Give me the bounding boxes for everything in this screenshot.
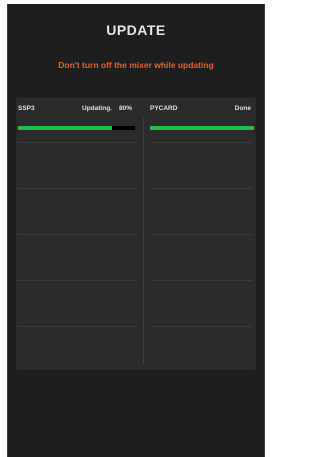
device-status: Done xyxy=(234,105,251,112)
update-warning: Don't turn off the mixer while updating xyxy=(58,60,214,70)
device-rows xyxy=(18,142,137,372)
device-name: SSP3 xyxy=(18,105,35,112)
progress-fill xyxy=(150,126,254,130)
device-name: PYCARD xyxy=(150,105,178,112)
row-divider xyxy=(150,142,252,143)
device-column-pycard: PYCARD Done xyxy=(144,98,256,370)
row-divider xyxy=(18,188,137,189)
row-divider xyxy=(18,142,137,143)
device-status: Updating. xyxy=(82,105,112,112)
device-column-ssp3: SSP3 Updating. 80% xyxy=(16,98,143,370)
row-divider xyxy=(18,280,137,281)
row-divider xyxy=(150,188,252,189)
progress-bar xyxy=(150,126,254,130)
row-divider xyxy=(18,234,137,235)
page-title: UPDATE xyxy=(106,22,166,38)
update-screen: UPDATE Don't turn off the mixer while up… xyxy=(7,4,265,457)
update-panel: SSP3 Updating. 80% PYCARD Done xyxy=(16,98,256,370)
row-divider xyxy=(150,280,252,281)
row-divider xyxy=(150,326,252,327)
row-divider xyxy=(18,326,137,327)
progress-bar xyxy=(18,126,135,130)
row-divider xyxy=(150,234,252,235)
device-percent: 80% xyxy=(119,105,133,112)
progress-fill xyxy=(18,126,112,130)
device-rows xyxy=(150,142,252,372)
